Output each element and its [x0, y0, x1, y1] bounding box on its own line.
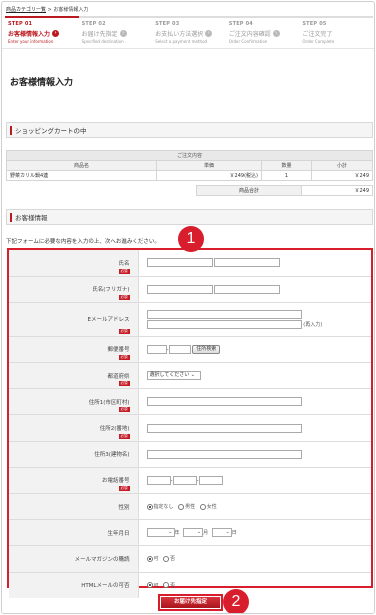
chevron-down-icon: ⌄	[225, 529, 230, 536]
required-badge: 必須	[118, 407, 130, 413]
addr1-row: 住所1(市区町村) 必須	[9, 388, 371, 416]
breadcrumb-current: お客様情報入力	[53, 7, 89, 13]
tel-input-1[interactable]	[146, 475, 171, 485]
newsletter-radio-yes[interactable]	[146, 555, 153, 562]
last-name-kana-input[interactable]	[146, 284, 213, 294]
email-input[interactable]	[146, 309, 302, 319]
gender-radio-unspecified[interactable]	[146, 503, 153, 510]
name-row: 氏名 必須	[9, 250, 371, 277]
html-mail-radio-yes[interactable]	[146, 582, 153, 589]
order-total: 商品合計 ￥249	[196, 185, 373, 196]
addr2-row: 住所2(番地) 必須	[9, 414, 371, 442]
newsletter-radio-no[interactable]	[163, 555, 170, 562]
html-mail-radio-no[interactable]	[163, 582, 170, 589]
gender-radio-male[interactable]	[178, 503, 185, 510]
form-instructions: 下記フォームに必要な内容を入力の上、次へお進みください。	[6, 239, 160, 245]
addr3-row: 住所3(建物名)	[9, 441, 371, 468]
customer-section-heading: お客様情報	[6, 209, 373, 225]
last-name-input[interactable]	[146, 258, 213, 268]
birth-day-select[interactable]: ⌄	[211, 528, 232, 538]
tel-input-3[interactable]	[198, 475, 223, 485]
gender-radio-female[interactable]	[199, 503, 206, 510]
gender-row: 性別 指定なし 男性 女性	[9, 493, 371, 521]
step-3: STEP 03 お支払い方法選択 › Select a payment metho…	[152, 16, 226, 46]
tel-input-2[interactable]	[172, 475, 197, 485]
delivery-destination-button[interactable]: お届け先指定	[158, 594, 223, 611]
email-row: Eメールアドレス 必須 (再入力)	[9, 302, 371, 337]
address1-input[interactable]	[146, 397, 302, 407]
required-badge: 必須	[118, 328, 130, 334]
chevron-right-icon: ›	[52, 30, 60, 37]
required-badge: 必須	[118, 381, 130, 387]
chevron-down-icon: ⌄	[196, 529, 202, 536]
birth-year-select[interactable]: ⌄	[146, 528, 175, 538]
first-name-kana-input[interactable]	[214, 284, 281, 294]
first-name-input[interactable]	[214, 258, 281, 268]
breadcrumb: 商品カテゴリー覧 > お客様情報入力	[6, 7, 89, 13]
birth-month-select[interactable]: ⌄	[183, 528, 204, 538]
required-badge: 必須	[118, 268, 130, 274]
email-confirm-input[interactable]	[146, 319, 302, 329]
birthdate-row: 生年月日 ⌄ 年 ⌄ 月 ⌄ 日	[9, 519, 371, 547]
kana-row: 氏名(フリガナ) 必須	[9, 276, 371, 303]
order-table-title: ご注文内容	[6, 150, 373, 161]
chevron-right-icon: ›	[119, 30, 127, 37]
step-4: STEP 04 ご注文内容確認 › Order Confirmation	[225, 16, 300, 46]
breadcrumb-link[interactable]: 商品カテゴリー覧	[6, 7, 46, 13]
tel-row: お電話番号 必須 --	[9, 467, 371, 495]
checkout-steps: STEP 01 お客様情報入力 › Enter your information …	[5, 16, 373, 46]
address3-input[interactable]	[146, 449, 302, 459]
address2-input[interactable]	[146, 423, 302, 433]
zip-input-1[interactable]	[146, 344, 167, 354]
zip-row: 郵便番号 必須 - 住所検索	[9, 336, 371, 364]
order-table: ご注文内容 商品名 単価 数量 小計 野菜カリル鍋4連 ￥249(税込) 1 ￥…	[6, 150, 373, 181]
step-1: STEP 01 お客様情報入力 › Enter your information	[5, 16, 79, 46]
customer-form: 氏名 必須 氏名(フリガナ) 必須 Eメールアドレス 必須 (再入力) 郵便番号 必須 …	[7, 248, 373, 599]
page-title: お客様情報入力	[10, 78, 74, 88]
address-search-button[interactable]: 住所検索	[192, 344, 221, 354]
newsletter-row: メールマガジンの購読 可 否	[9, 545, 371, 573]
pref-row: 都道府県 必須 選択してください ⌄	[9, 362, 371, 390]
chevron-down-icon: ⌄	[168, 529, 173, 536]
zip-input-2[interactable]	[168, 344, 191, 354]
table-row: 野菜カリル鍋4連 ￥249(税込) 1 ￥249	[6, 170, 373, 181]
prefecture-select[interactable]: 選択してください ⌄	[146, 371, 201, 381]
step-2: STEP 02 お届け先指定 › Specified destination	[78, 16, 153, 46]
step-5: STEP 05 ご注文完了 Order Complete	[299, 16, 373, 46]
chevron-right-icon: ›	[272, 30, 280, 37]
chevron-right-icon: ›	[205, 30, 213, 37]
divider	[2, 48, 374, 49]
required-badge: 必須	[118, 433, 130, 439]
cart-section-heading: ショッピングカートの中	[6, 122, 373, 138]
chevron-down-icon: ⌄	[190, 372, 195, 379]
required-badge: 必須	[118, 486, 130, 491]
callout-badge-2: 2	[223, 589, 249, 613]
required-badge: 必須	[118, 355, 130, 361]
page-frame: 商品カテゴリー覧 > お客様情報入力 STEP 01 お客様情報入力 › Ente…	[1, 1, 375, 614]
required-badge: 必須	[118, 294, 130, 300]
